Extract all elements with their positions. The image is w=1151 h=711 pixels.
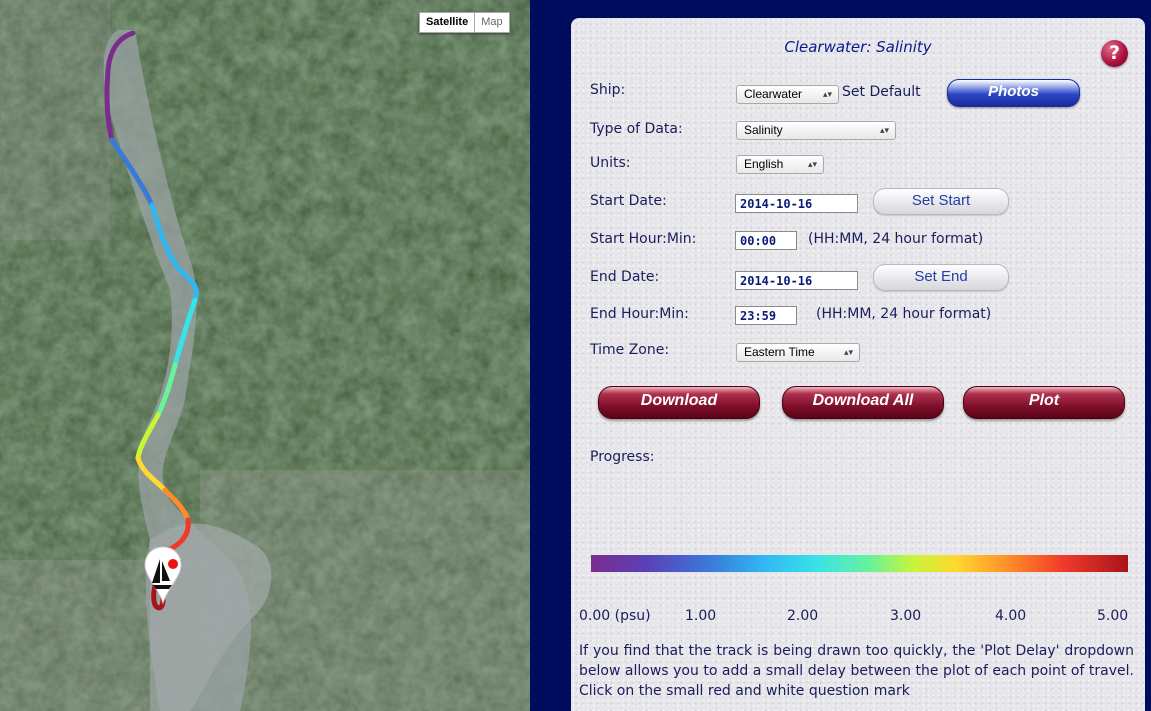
units-select[interactable]: English ▴▾: [736, 155, 824, 174]
help-icon[interactable]: ?: [1101, 40, 1128, 67]
download-button[interactable]: Download: [598, 386, 760, 419]
data-type-select[interactable]: Salinity ▴▾: [736, 121, 896, 140]
progress-label: Progress:: [590, 449, 655, 465]
scale-tick: 2.00: [787, 608, 819, 624]
time-zone-value: Eastern Time: [744, 345, 815, 359]
scale-tick: 0.00 (psu): [579, 608, 651, 624]
end-time-input[interactable]: 23:59: [735, 306, 797, 325]
map-button[interactable]: Map: [475, 12, 510, 33]
start-date-label: Start Date:: [590, 193, 667, 209]
ship-select-value: Clearwater: [744, 87, 803, 101]
select-arrow-icon: ▴▾: [879, 125, 889, 135]
scale-tick: 5.00: [1097, 608, 1129, 624]
end-date-label: End Date:: [590, 269, 660, 285]
ship-label: Ship:: [590, 82, 626, 98]
end-date-input[interactable]: 2014-10-16: [735, 271, 858, 290]
set-start-button[interactable]: Set Start: [873, 188, 1009, 215]
set-end-button[interactable]: Set End: [873, 264, 1009, 291]
salinity-color-scale: [591, 555, 1128, 572]
select-arrow-icon: ▴▾: [843, 347, 853, 357]
end-time-hint: (HH:MM, 24 hour format): [816, 306, 992, 322]
units-label: Units:: [590, 155, 631, 171]
set-default-link[interactable]: Set Default: [842, 84, 921, 100]
photos-button[interactable]: Photos: [947, 79, 1080, 107]
start-time-input[interactable]: 00:00: [735, 231, 797, 250]
data-type-label: Type of Data:: [590, 121, 683, 137]
scale-tick: 1.00: [685, 608, 717, 624]
scale-tick: 3.00: [890, 608, 922, 624]
ship-marker-icon[interactable]: [143, 545, 187, 605]
satellite-map[interactable]: Satellite Map: [0, 0, 530, 711]
satellite-imagery: [0, 0, 530, 711]
start-time-hint: (HH:MM, 24 hour format): [808, 231, 984, 247]
download-all-button[interactable]: Download All: [782, 386, 944, 419]
panel-title: Clearwater: Salinity: [784, 38, 932, 56]
select-arrow-icon: ▴▾: [822, 89, 832, 99]
start-date-input[interactable]: 2014-10-16: [735, 194, 858, 213]
select-arrow-icon: ▴▾: [807, 159, 817, 169]
satellite-button[interactable]: Satellite: [419, 12, 476, 33]
start-time-label: Start Hour:Min:: [590, 231, 697, 247]
plot-button[interactable]: Plot: [963, 386, 1125, 419]
units-value: English: [744, 157, 784, 171]
time-zone-select[interactable]: Eastern Time ▴▾: [736, 343, 860, 362]
control-panel: Clearwater: Salinity ? Ship: Clearwater ▴…: [571, 18, 1145, 711]
scale-tick: 4.00: [995, 608, 1027, 624]
plot-delay-note: If you find that the track is being draw…: [579, 643, 1134, 699]
map-type-toggle: Satellite Map: [419, 12, 510, 33]
time-zone-label: Time Zone:: [590, 342, 670, 358]
end-time-label: End Hour:Min:: [590, 306, 689, 322]
ship-select[interactable]: Clearwater ▴▾: [736, 85, 839, 104]
data-type-value: Salinity: [744, 123, 783, 137]
